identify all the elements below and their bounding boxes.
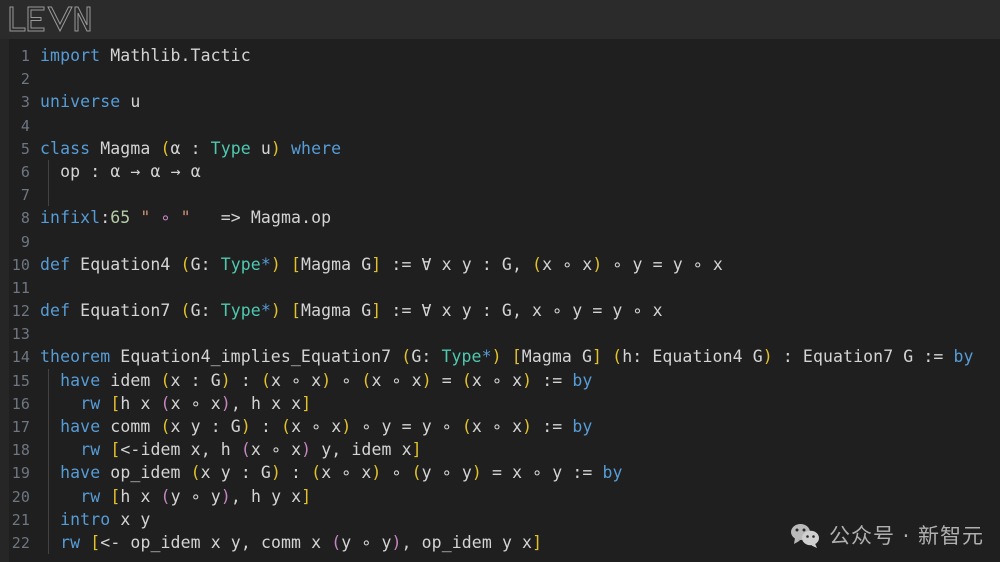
line-source[interactable]: universe u (30, 90, 140, 113)
line-number: 5 (0, 138, 30, 161)
screen: 1import Mathlib.Tactic23universe u45clas… (0, 0, 1000, 562)
watermark-text: 公众号 · 新智元 (829, 520, 984, 550)
line-number: 4 (0, 115, 30, 138)
wechat-icon (790, 523, 820, 548)
indent-guide (48, 461, 49, 484)
code-content[interactable]: 1import Mathlib.Tactic23universe u45clas… (0, 44, 1000, 554)
line-source[interactable]: def Equation4 (G: Type*) [Magma G] := ∀ … (30, 253, 723, 276)
line-source[interactable]: rw [h x (y ∘ y), h y x] (30, 485, 311, 508)
code-line[interactable]: 10def Equation4 (G: Type*) [Magma G] := … (0, 253, 1000, 276)
indent-guide (48, 508, 49, 531)
line-source[interactable]: class Magma (α : Type u) where (30, 137, 341, 160)
line-number: 3 (0, 91, 30, 114)
line-number: 7 (0, 184, 30, 207)
line-source[interactable]: rw [<- op_idem x y, comm x (y ∘ y), op_i… (30, 531, 542, 554)
line-number: 15 (0, 370, 30, 393)
line-number: 9 (0, 231, 30, 254)
line-number: 16 (0, 393, 30, 416)
line-source[interactable]: op : α → α → α (30, 160, 201, 183)
code-line[interactable]: 9 (0, 230, 1000, 253)
line-number: 8 (0, 207, 30, 230)
line-number: 22 (0, 532, 30, 555)
indent-guide (48, 369, 49, 392)
code-line[interactable]: 1import Mathlib.Tactic (0, 44, 1000, 67)
line-number: 19 (0, 462, 30, 485)
line-number: 6 (0, 161, 30, 184)
code-line[interactable]: 14theorem Equation4_implies_Equation7 (G… (0, 345, 1000, 368)
code-line[interactable]: 15 have idem (x : G) : (x ∘ x) ∘ (x ∘ x)… (0, 369, 1000, 392)
code-line[interactable]: 2 (0, 67, 1000, 90)
line-number: 18 (0, 439, 30, 462)
code-line[interactable]: 5class Magma (α : Type u) where (0, 137, 1000, 160)
line-source[interactable]: infixl:65 " ∘ " => Magma.op (30, 206, 331, 229)
line-source[interactable]: import Mathlib.Tactic (30, 44, 251, 67)
indent-guide (48, 438, 49, 461)
code-line[interactable]: 11 (0, 276, 1000, 299)
code-line[interactable]: 3universe u (0, 90, 1000, 113)
indent-guide (48, 485, 49, 508)
code-line[interactable]: 20 rw [h x (y ∘ y), h y x] (0, 485, 1000, 508)
line-number: 13 (0, 323, 30, 346)
code-line[interactable]: 18 rw [<-idem x, h (x ∘ x) y, idem x] (0, 438, 1000, 461)
code-line[interactable]: 19 have op_idem (x y : G) : (x ∘ x) ∘ (y… (0, 461, 1000, 484)
lean-logo (8, 5, 92, 35)
indent-guide (48, 392, 49, 415)
code-line[interactable]: 16 rw [h x (x ∘ x), h x x] (0, 392, 1000, 415)
code-line[interactable]: 8infixl:65 " ∘ " => Magma.op (0, 206, 1000, 229)
code-line[interactable]: 6 op : α → α → α (0, 160, 1000, 183)
line-source[interactable]: rw [<-idem x, h (x ∘ x) y, idem x] (30, 438, 422, 461)
indent-guide (48, 160, 49, 183)
app-header (0, 0, 1000, 40)
line-number: 10 (0, 254, 30, 277)
line-number: 17 (0, 416, 30, 439)
line-source[interactable]: have op_idem (x y : G) : (x ∘ x) ∘ (y ∘ … (30, 461, 623, 484)
line-number: 1 (0, 45, 30, 68)
line-number: 2 (0, 68, 30, 91)
line-number: 20 (0, 486, 30, 509)
line-number: 12 (0, 300, 30, 323)
code-line[interactable]: 4 (0, 114, 1000, 137)
line-source[interactable]: rw [h x (x ∘ x), h x x] (30, 392, 311, 415)
line-source[interactable]: theorem Equation4_implies_Equation7 (G: … (30, 345, 974, 368)
code-line[interactable]: 17 have comm (x y : G) : (x ∘ x) ∘ y = y… (0, 415, 1000, 438)
line-number: 21 (0, 509, 30, 532)
indent-guide (48, 183, 49, 206)
indent-guide (48, 415, 49, 438)
code-editor[interactable]: 1import Mathlib.Tactic23universe u45clas… (0, 39, 1000, 562)
code-line[interactable]: 7 (0, 183, 1000, 206)
line-number: 14 (0, 346, 30, 369)
wechat-watermark: 公众号 · 新智元 (790, 520, 984, 550)
code-line[interactable]: 13 (0, 322, 1000, 345)
line-source[interactable]: have idem (x : G) : (x ∘ x) ∘ (x ∘ x) = … (30, 369, 592, 392)
code-line[interactable]: 12def Equation7 (G: Type*) [Magma G] := … (0, 299, 1000, 322)
indent-guide (48, 531, 49, 554)
line-number: 11 (0, 277, 30, 300)
line-source[interactable]: def Equation7 (G: Type*) [Magma G] := ∀ … (30, 299, 663, 322)
line-source[interactable]: have comm (x y : G) : (x ∘ x) ∘ y = y ∘ … (30, 415, 592, 438)
